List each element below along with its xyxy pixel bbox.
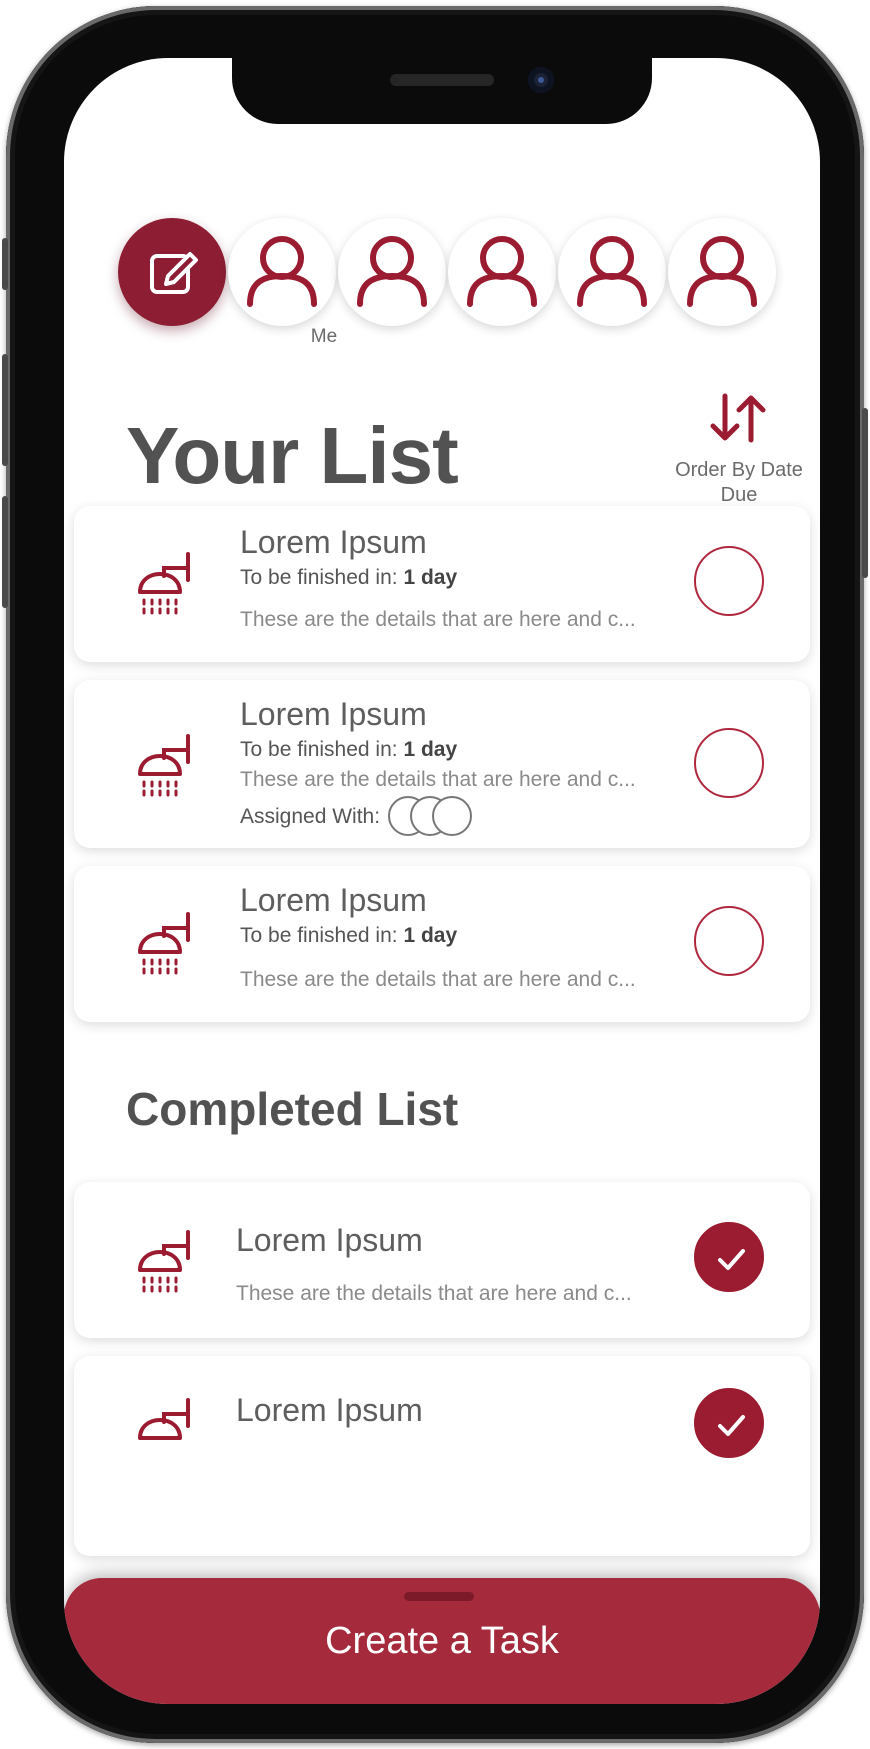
checkmark-icon bbox=[718, 1415, 745, 1436]
task-title: Lorem Ipsum bbox=[236, 1392, 423, 1428]
shower-icon bbox=[138, 734, 190, 797]
task-due: To be finished in: 1 day bbox=[240, 924, 457, 948]
notch bbox=[232, 58, 652, 124]
due-prefix: To be finished in: bbox=[240, 924, 398, 947]
user-icon bbox=[687, 236, 757, 307]
due-prefix: To be finished in: bbox=[240, 738, 398, 761]
sort-button[interactable]: Order By Date Due bbox=[664, 390, 814, 508]
completed-task-card[interactable]: Lorem Ipsum bbox=[74, 1356, 810, 1556]
mute-switch bbox=[2, 238, 8, 290]
completed-checkbox[interactable] bbox=[694, 1222, 764, 1292]
person-avatar[interactable] bbox=[448, 218, 556, 326]
shower-icon bbox=[138, 912, 190, 975]
task-details: These are the details that are here and … bbox=[240, 608, 636, 631]
assigned-with: Assigned With: bbox=[240, 796, 478, 838]
task-details: These are the details that are here and … bbox=[240, 768, 636, 791]
edit-profile-button[interactable] bbox=[118, 218, 226, 326]
task-title: Lorem Ipsum bbox=[240, 524, 427, 560]
task-title: Lorem Ipsum bbox=[236, 1222, 423, 1258]
checkmark-icon bbox=[718, 1249, 745, 1270]
speaker bbox=[390, 74, 494, 86]
volume-up-button bbox=[2, 354, 8, 466]
task-details: These are the details that are here and … bbox=[236, 1282, 632, 1305]
due-value: 1 day bbox=[403, 738, 458, 761]
due-value: 1 day bbox=[403, 566, 458, 589]
user-icon bbox=[357, 236, 427, 307]
person-avatar-me[interactable] bbox=[228, 218, 336, 326]
phone-frame: Me Your List Order By Date Due Lorem Ips… bbox=[2, 6, 868, 1743]
task-due: To be finished in: 1 day bbox=[240, 738, 457, 762]
task-card[interactable]: Lorem Ipsum To be finished in: 1 day The… bbox=[74, 506, 810, 662]
due-prefix: To be finished in: bbox=[240, 566, 398, 589]
sort-arrows-icon bbox=[710, 393, 766, 443]
person-avatar[interactable] bbox=[668, 218, 776, 326]
task-due: To be finished in: 1 day bbox=[240, 566, 457, 590]
task-card[interactable]: Lorem Ipsum To be finished in: 1 day The… bbox=[74, 866, 810, 1022]
app-screen: Me Your List Order By Date Due Lorem Ips… bbox=[64, 58, 820, 1704]
me-label: Me bbox=[310, 326, 338, 347]
mini-avatar bbox=[432, 796, 473, 836]
camera bbox=[528, 67, 554, 93]
completed-task-card[interactable]: Lorem Ipsum These are the details that a… bbox=[74, 1182, 810, 1338]
user-icon bbox=[577, 236, 647, 307]
complete-checkbox[interactable] bbox=[694, 546, 764, 616]
assigned-avatars[interactable] bbox=[388, 796, 478, 838]
page-title: Your List bbox=[126, 411, 459, 500]
shower-icon bbox=[138, 552, 190, 615]
create-task-sheet[interactable]: Create a Task bbox=[64, 1578, 820, 1704]
power-button bbox=[862, 408, 868, 578]
person-avatar[interactable] bbox=[338, 218, 446, 326]
task-card[interactable]: Lorem Ipsum To be finished in: 1 day The… bbox=[74, 680, 810, 848]
complete-checkbox[interactable] bbox=[694, 906, 764, 976]
shower-icon bbox=[138, 1230, 190, 1293]
user-icon bbox=[467, 236, 537, 307]
complete-checkbox[interactable] bbox=[694, 728, 764, 798]
person-avatar[interactable] bbox=[558, 218, 666, 326]
user-icon bbox=[247, 236, 317, 307]
sort-label: Order By Date Due bbox=[675, 459, 803, 506]
completed-checkbox[interactable] bbox=[694, 1388, 764, 1458]
create-task-button[interactable]: Create a Task bbox=[64, 1620, 820, 1663]
task-details: These are the details that are here and … bbox=[240, 968, 636, 991]
due-value: 1 day bbox=[403, 924, 458, 947]
edit-pencil-icon bbox=[150, 252, 198, 294]
task-title: Lorem Ipsum bbox=[240, 696, 427, 732]
shower-icon bbox=[138, 1398, 190, 1440]
people-row[interactable] bbox=[64, 218, 820, 348]
task-title: Lorem Ipsum bbox=[240, 882, 427, 918]
sheet-handle[interactable] bbox=[404, 1592, 474, 1601]
completed-section-title: Completed List bbox=[126, 1083, 459, 1135]
assigned-label: Assigned With: bbox=[240, 805, 381, 828]
volume-down-button bbox=[2, 496, 8, 608]
